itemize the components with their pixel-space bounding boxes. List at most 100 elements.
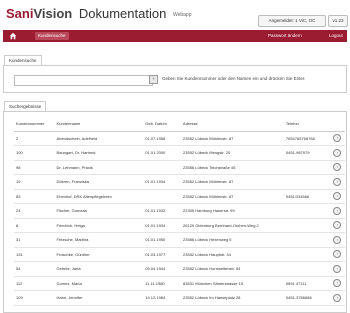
cell-adresse: 23552 Lübeck Hauptstr. 34 <box>181 247 284 262</box>
cell-kundennummer: 54 <box>14 261 55 277</box>
row-open-icon[interactable]: › <box>333 206 342 215</box>
cell-geb-datum <box>143 160 182 175</box>
cell-adresse: 23552 Lübeck Im Hanseplatz 28 <box>181 290 284 306</box>
cell-kundennummer: 2 <box>14 131 55 146</box>
cell-kundenname: Gehrke, Jana <box>54 261 144 277</box>
cell-adresse: 23552 Lübeck Mühlenstr. 87 <box>181 189 284 204</box>
cell-kundennummer: 98 <box>14 160 55 175</box>
cell-kundennummer: 131 <box>14 247 55 262</box>
col-adresse[interactable]: Adresse <box>181 117 284 132</box>
row-open-icon[interactable]: › <box>333 163 342 172</box>
table-row[interactable]: 100 Baungart, Dr. Hartmut 01.01.2000 23552 … <box>14 145 345 161</box>
cell-action: › <box>331 232 345 248</box>
brand-part1: Sani <box>6 6 34 21</box>
cell-adresse: 23556 Lübeck Teichstraße 45 <box>181 160 284 175</box>
cell-kundenname: Dökren, Franziska <box>54 174 144 190</box>
user-info[interactable]: Angemeldet: 1 ViC, OC <box>258 15 326 27</box>
cell-kundennummer: 100 <box>14 145 55 161</box>
cell-telefon: 7654765766766 <box>283 131 332 146</box>
cell-telefon: 0451-3786686 <box>283 290 332 306</box>
cell-adresse: 83531 München Sämerstrasse 15 <box>181 276 284 291</box>
col-geb-datum[interactable]: Geb. Datum <box>143 117 182 132</box>
table-row[interactable]: 131 Froschke, Günther 01.03.1977 23552 Lübe… <box>14 247 345 262</box>
cell-action: › <box>331 174 345 190</box>
row-open-icon[interactable]: › <box>333 148 342 157</box>
cell-telefon <box>283 232 332 248</box>
cell-kundenname: Gomez, Maria <box>54 276 144 291</box>
row-open-icon[interactable]: › <box>333 279 342 288</box>
cell-geb-datum: 01.01.1934 <box>143 218 182 233</box>
table-row[interactable]: 2 Abendschein, Adelheid 01.07.1958 23552 Lü… <box>14 131 345 146</box>
table-row[interactable]: 54 Gehrke, Jana 05.04.1944 23552 Lübeck Hor… <box>14 261 345 277</box>
table-row[interactable]: 98 Dr. Lehmann, Praxis 23556 Lübeck Teichs… <box>14 160 345 175</box>
cell-action: › <box>331 261 345 277</box>
cell-kundennummer: 8 <box>14 218 55 233</box>
version-badge: v1.23 <box>328 15 348 27</box>
cell-action: › <box>331 189 345 204</box>
cell-kundenname: Friedrich, Helga <box>54 218 144 233</box>
search-input[interactable] <box>14 75 153 86</box>
table-row[interactable]: 19 Dökren, Franziska 01.01.1934 23552 Lübec… <box>14 174 345 190</box>
cell-adresse: 23552 Lübeck Mühlenstr. 87 <box>181 131 284 146</box>
row-open-icon[interactable]: › <box>333 264 342 273</box>
col-action <box>331 117 345 132</box>
nav-logout[interactable]: Logout <box>329 32 343 40</box>
row-open-icon[interactable]: › <box>333 293 342 302</box>
cell-adresse: 23586 Lübeck Hexenweg 5 <box>181 232 284 248</box>
cell-kundenname: Ehenhof, DRK Altenpflegeheim <box>54 189 144 204</box>
search-button[interactable]: › <box>149 75 158 84</box>
cell-action: › <box>331 145 345 161</box>
row-open-icon[interactable]: › <box>333 177 342 186</box>
cell-telefon <box>283 261 332 277</box>
cell-action: › <box>331 131 345 146</box>
cell-action: › <box>331 218 345 233</box>
cell-telefon <box>283 218 332 233</box>
cell-kundenname: Fischer, Gundula <box>54 203 144 219</box>
cell-geb-datum: 01.01.1934 <box>143 174 182 190</box>
cell-action: › <box>331 160 345 175</box>
cell-geb-datum: 01.01.1932 <box>143 203 182 219</box>
app-logo: SaniVision Dokumentation Webapp <box>6 6 192 21</box>
cell-telefon <box>283 160 332 175</box>
cell-kundenname: Hahn, Jennifer <box>54 290 144 306</box>
col-telefon[interactable]: Telefon <box>283 117 332 132</box>
row-open-icon[interactable]: › <box>333 134 342 143</box>
app-subtitle: Webapp <box>172 11 192 18</box>
nav-password-change[interactable]: Passwort ändern <box>268 32 302 40</box>
table-row[interactable]: 24 Fischer, Gundula 01.01.1932 22305 Hambur… <box>14 203 345 219</box>
table-row[interactable]: 112 Gomez, Maria 11.11.1980 83531 München S… <box>14 276 345 291</box>
app-header: SaniVision Dokumentation Webapp Angemeld… <box>0 0 350 27</box>
cell-adresse: 23552 Lübeck Hornweltenstr. 54 <box>181 261 284 277</box>
cell-kundenname: Baungart, Dr. Hartmut <box>54 145 144 161</box>
cell-geb-datum: 05.04.1944 <box>143 261 182 277</box>
row-open-icon[interactable]: › <box>333 235 342 244</box>
cell-kundenname: Froschke, Günther <box>54 247 144 262</box>
nav-item-kundensuche[interactable]: Kundensuche <box>35 32 69 40</box>
table-row[interactable]: 65 Ehenhof, DRK Altenpflegeheim 23552 Lübe… <box>14 189 345 204</box>
cell-adresse: 22305 Hamburg Hauerstr. 99 <box>181 203 284 219</box>
cell-geb-datum: 14.12.1984 <box>143 290 182 306</box>
cell-telefon: 0891 47111 <box>283 276 332 291</box>
cell-geb-datum: 11.11.1980 <box>143 276 182 291</box>
cell-geb-datum: 01.03.1977 <box>143 247 182 262</box>
table-row[interactable]: 109 Hahn, Jennifer 14.12.1984 23552 Lübeck … <box>14 290 345 306</box>
brand-part2: Vision <box>33 6 73 21</box>
cell-adresse: 26129 Oldenburg Bernhard-Orchen-Weg 2 <box>181 218 284 233</box>
col-kundennummer[interactable]: Kundennummer <box>14 117 55 132</box>
cell-kundenname: Abendschein, Adelheid <box>54 131 144 146</box>
cell-kundennummer: 24 <box>14 203 55 219</box>
cell-telefon <box>283 174 332 190</box>
row-open-icon[interactable]: › <box>333 221 342 230</box>
table-row[interactable]: 31 Fritzsche, Martina 01.01.1950 23586 Lübe… <box>14 232 345 248</box>
cell-adresse: 23552 Lübeck Mengstr. 20 <box>181 145 284 161</box>
table-row[interactable]: 8 Friedrich, Helga 01.01.1934 26129 Oldenbu… <box>14 218 345 233</box>
cell-kundenname: Fritzsche, Martina <box>54 232 144 248</box>
main-navbar: Kundensuche Passwort ändern Logout <box>3 30 347 42</box>
row-open-icon[interactable]: › <box>333 192 342 201</box>
cell-kundennummer: 31 <box>14 232 55 248</box>
row-open-icon[interactable]: › <box>333 250 342 259</box>
col-kundenname[interactable]: Kundenname <box>54 117 144 132</box>
cell-geb-datum <box>143 189 182 204</box>
home-icon[interactable] <box>9 32 17 40</box>
cell-action: › <box>331 203 345 219</box>
